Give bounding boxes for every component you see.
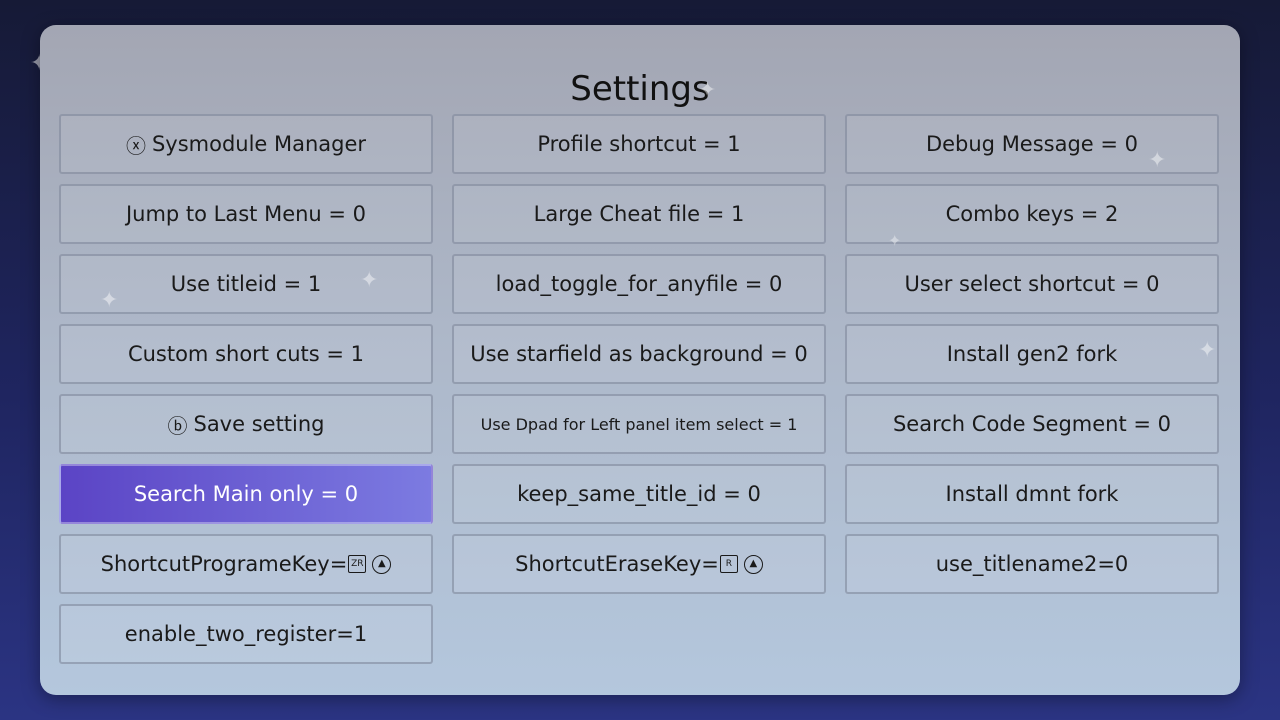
button-label: Combo keys = 2 bbox=[945, 202, 1119, 226]
shortcut-erase-key-button[interactable]: ShortcutEraseKey= R ▲ bbox=[452, 534, 826, 594]
user-select-shortcut-button[interactable]: User select shortcut = 0 bbox=[845, 254, 1219, 314]
jump-to-last-menu-button[interactable]: Jump to Last Menu = 0 bbox=[59, 184, 433, 244]
button-label: Use starfield as background = 0 bbox=[470, 342, 808, 366]
button-label: Custom short cuts = 1 bbox=[127, 342, 365, 366]
combo-keys-button[interactable]: Combo keys = 2 bbox=[845, 184, 1219, 244]
r-button-icon: R bbox=[719, 555, 738, 573]
button-label: Use Dpad for Left panel item select = 1 bbox=[480, 414, 798, 434]
debug-message-button[interactable]: Debug Message = 0 bbox=[845, 114, 1219, 174]
button-label: enable_two_register=1 bbox=[124, 622, 368, 646]
enable-two-register-button[interactable]: enable_two_register=1 bbox=[59, 604, 433, 664]
save-setting-button[interactable]: ⓑ Save setting bbox=[59, 394, 433, 454]
shortcut-program-key-button[interactable]: ShortcutProgrameKey= ZR ▲ bbox=[59, 534, 433, 594]
button-label: load_toggle_for_anyfile = 0 bbox=[495, 272, 783, 296]
button-label: Search Code Segment = 0 bbox=[892, 412, 1172, 436]
install-dmnt-fork-button[interactable]: Install dmnt fork bbox=[845, 464, 1219, 524]
profile-shortcut-button[interactable]: Profile shortcut = 1 bbox=[452, 114, 826, 174]
use-titlename2-button[interactable]: use_titlename2=0 bbox=[845, 534, 1219, 594]
button-label: Install dmnt fork bbox=[945, 482, 1119, 506]
page-title: Settings bbox=[570, 69, 710, 109]
button-label: Debug Message = 0 bbox=[925, 132, 1139, 156]
button-label: ShortcutProgrameKey= bbox=[100, 552, 348, 576]
use-starfield-button[interactable]: Use starfield as background = 0 bbox=[452, 324, 826, 384]
install-gen2-fork-button[interactable]: Install gen2 fork bbox=[845, 324, 1219, 384]
button-label: use_titlename2=0 bbox=[935, 552, 1129, 576]
search-main-only-button[interactable]: Search Main only = 0 bbox=[59, 464, 433, 524]
custom-short-cuts-button[interactable]: Custom short cuts = 1 bbox=[59, 324, 433, 384]
button-label: Search Main only = 0 bbox=[133, 482, 359, 506]
keep-same-title-id-button[interactable]: keep_same_title_id = 0 bbox=[452, 464, 826, 524]
button-label: Profile shortcut = 1 bbox=[537, 132, 741, 156]
button-label: User select shortcut = 0 bbox=[904, 272, 1160, 296]
load-toggle-for-anyfile-button[interactable]: load_toggle_for_anyfile = 0 bbox=[452, 254, 826, 314]
up-arrow-button-icon: ▲ bbox=[372, 554, 392, 574]
button-label: Install gen2 fork bbox=[946, 342, 1118, 366]
button-label: keep_same_title_id = 0 bbox=[517, 482, 761, 506]
search-code-segment-button[interactable]: Search Code Segment = 0 bbox=[845, 394, 1219, 454]
button-label: ShortcutEraseKey= bbox=[515, 552, 719, 576]
button-label: Save setting bbox=[193, 412, 325, 436]
use-dpad-button[interactable]: Use Dpad for Left panel item select = 1 bbox=[452, 394, 826, 454]
button-label: Large Cheat file = 1 bbox=[533, 202, 745, 226]
button-label: Jump to Last Menu = 0 bbox=[125, 202, 367, 226]
settings-panel: Settings ⓧ Sysmodule Manager Jump to Las… bbox=[40, 25, 1240, 695]
use-titleid-button[interactable]: Use titleid = 1 bbox=[59, 254, 433, 314]
sysmodule-manager-button[interactable]: ⓧ Sysmodule Manager bbox=[59, 114, 433, 174]
button-label: Sysmodule Manager bbox=[151, 132, 367, 156]
up-arrow-button-icon: ▲ bbox=[743, 554, 763, 574]
b-button-icon: ⓑ bbox=[167, 413, 188, 438]
zr-button-icon: ZR bbox=[348, 555, 367, 573]
x-button-icon: ⓧ bbox=[125, 133, 146, 158]
large-cheat-file-button[interactable]: Large Cheat file = 1 bbox=[452, 184, 826, 244]
button-label: Use titleid = 1 bbox=[170, 272, 322, 296]
